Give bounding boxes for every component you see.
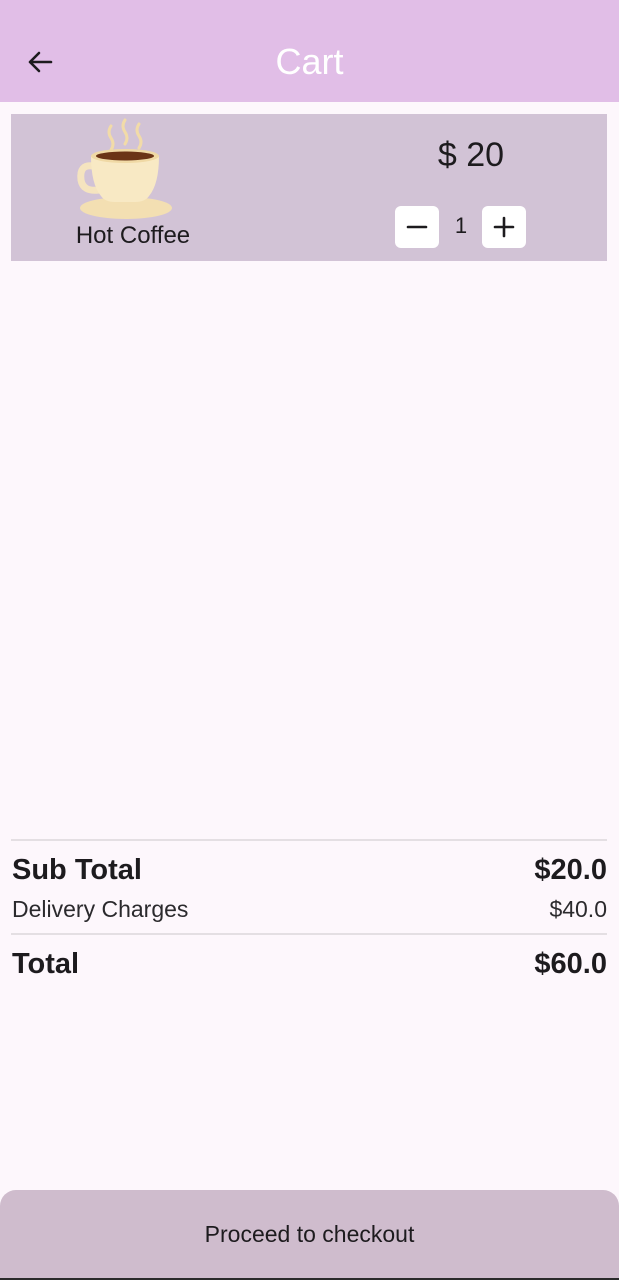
page-title: Cart xyxy=(275,41,344,82)
quantity-value: 1 xyxy=(454,213,468,238)
decrease-quantity-button[interactable] xyxy=(395,206,439,248)
item-price: $ 20 xyxy=(437,136,505,174)
total-value: $60.0 xyxy=(534,948,607,980)
item-name: Hot Coffee xyxy=(75,222,191,249)
coffee-cup-icon xyxy=(77,118,172,219)
summary-top-divider xyxy=(11,839,607,841)
cart-screen: Cart Hot Coffee $ 20 1 Sub Total $20.0 D… xyxy=(0,0,619,1280)
increase-quantity-button[interactable] xyxy=(482,206,526,248)
proceed-to-checkout-button[interactable]: Proceed to checkout xyxy=(0,1190,619,1278)
plus-icon xyxy=(493,216,515,238)
total-label: Total xyxy=(12,948,80,980)
delivery-charges-value: $40.0 xyxy=(549,896,607,922)
app-bar: Cart xyxy=(0,0,619,102)
cart-item: Hot Coffee $ 20 1 xyxy=(11,114,607,261)
minus-icon xyxy=(406,225,428,229)
delivery-charges-label: Delivery Charges xyxy=(12,896,189,922)
subtotal-value: $20.0 xyxy=(534,854,607,886)
subtotal-label: Sub Total xyxy=(12,854,142,886)
summary-divider xyxy=(11,933,607,935)
